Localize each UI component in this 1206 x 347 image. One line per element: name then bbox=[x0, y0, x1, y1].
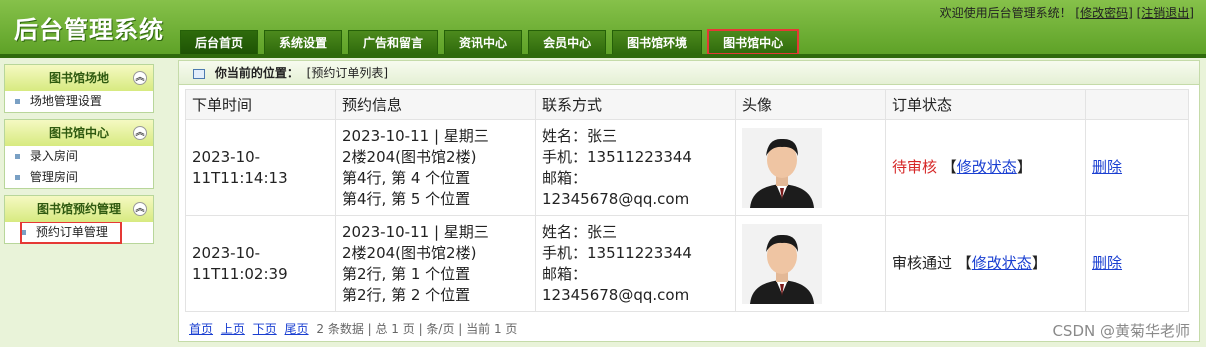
document-icon bbox=[193, 68, 205, 79]
delete-link[interactable]: 删除 bbox=[1092, 254, 1122, 272]
welcome-text: 欢迎使用后台管理系统！ bbox=[939, 6, 1072, 20]
info-line: 2楼204(图书馆2楼) bbox=[342, 243, 477, 262]
sidebar-group-label: 图书馆场地 bbox=[48, 71, 109, 85]
contact-line: 姓名：张三 bbox=[542, 222, 618, 241]
contact-line: 手机：13511223344 bbox=[542, 243, 692, 262]
tab-library-environment[interactable]: 图书馆环境 bbox=[612, 30, 703, 54]
tab-member-center[interactable]: 会员中心 bbox=[528, 30, 607, 54]
collapse-icon[interactable]: ︽ bbox=[133, 202, 147, 216]
table-header-row: 下单时间 预约信息 联系方式 头像 订单状态 bbox=[185, 89, 1189, 120]
info-line: 第4行, 第 5 个位置 bbox=[342, 189, 471, 208]
change-password-link[interactable]: [修改密码] bbox=[1075, 6, 1132, 20]
prev-page-link[interactable]: 上页 bbox=[221, 322, 245, 336]
header-divider bbox=[0, 54, 1206, 58]
sidebar-item-label: 录入房间 bbox=[29, 149, 78, 163]
info-line: 第2行, 第 2 个位置 bbox=[342, 285, 471, 304]
sidebar-group-library-center: 图书馆中心 ︽ 录入房间 管理房间 bbox=[4, 119, 154, 189]
sidebar-group-venue: 图书馆场地 ︽ 场地管理设置 bbox=[4, 64, 154, 113]
first-page-link[interactable]: 首页 bbox=[189, 322, 213, 336]
collapse-icon[interactable]: ︽ bbox=[133, 126, 147, 140]
contact-line: 12345678@qq.com bbox=[542, 189, 690, 208]
bullet-icon bbox=[15, 99, 20, 104]
column-header bbox=[1085, 89, 1189, 120]
column-header: 联系方式 bbox=[535, 89, 736, 120]
contact-line: 姓名：张三 bbox=[542, 126, 618, 145]
app-title: 后台管理系统 bbox=[14, 16, 164, 44]
contact-line: 邮箱： bbox=[542, 264, 588, 283]
breadcrumb: 你当前的位置： [预约订单列表] bbox=[179, 61, 1199, 85]
sidebar-item-label: 预约订单管理 bbox=[35, 225, 108, 239]
modify-status-link[interactable]: 修改状态 bbox=[972, 254, 1032, 272]
bullet-icon bbox=[15, 175, 20, 180]
sidebar-item-reservation-orders[interactable]: 预约订单管理 bbox=[20, 221, 122, 244]
sidebar-item-add-room[interactable]: 录入房间 bbox=[5, 146, 153, 167]
column-header: 预约信息 bbox=[335, 89, 536, 120]
orders-table: 下单时间 预约信息 联系方式 头像 订单状态 2023-10-11T11:14:… bbox=[185, 89, 1189, 312]
tab-system-settings[interactable]: 系统设置 bbox=[264, 30, 343, 54]
contact-line: 12345678@qq.com bbox=[542, 285, 690, 304]
avatar bbox=[742, 223, 822, 304]
main-panel: 你当前的位置： [预约订单列表] 下单时间 预约信息 联系方式 头像 订单状态 … bbox=[178, 60, 1200, 342]
breadcrumb-value: [预约订单列表] bbox=[306, 66, 389, 80]
pagination-summary: 2 条数据 | 总 1 页 | 条/页 | 当前 1 页 bbox=[316, 322, 518, 336]
action-cell: 删除 bbox=[1085, 119, 1189, 216]
info-line: 2023-10-11 | 星期三 bbox=[342, 222, 489, 241]
welcome-bar: 欢迎使用后台管理系统！ [修改密码] [注销退出] bbox=[940, 4, 1194, 21]
table-row: 2023-10-11T11:02:39 2023-10-11 | 星期三 2楼2… bbox=[185, 215, 1189, 312]
column-header: 头像 bbox=[735, 89, 886, 120]
avatar-cell bbox=[735, 215, 886, 312]
tab-ads-messages[interactable]: 广告和留言 bbox=[348, 30, 439, 54]
contact-info: 姓名：张三 手机：13511223344 邮箱： 12345678@qq.com bbox=[535, 215, 736, 312]
sidebar-item-venue-settings[interactable]: 场地管理设置 bbox=[5, 91, 153, 112]
order-time: 2023-10-11T11:02:39 bbox=[185, 215, 336, 312]
column-header: 下单时间 bbox=[185, 89, 336, 120]
order-status-cell: 待审核 【修改状态】 bbox=[885, 119, 1086, 216]
sidebar-group-reservations: 图书馆预约管理 ︽ 预约订单管理 bbox=[4, 195, 154, 244]
sidebar-item-label: 场地管理设置 bbox=[29, 94, 102, 108]
header-bar: 后台管理系统 欢迎使用后台管理系统！ [修改密码] [注销退出] 后台首页 系统… bbox=[0, 0, 1206, 56]
status-pending: 待审核 bbox=[892, 158, 938, 176]
sidebar-group-label: 图书馆中心 bbox=[48, 126, 109, 140]
info-line: 2023-10-11 | 星期三 bbox=[342, 126, 489, 145]
sidebar-group-title[interactable]: 图书馆中心 ︽ bbox=[5, 120, 153, 146]
column-header: 订单状态 bbox=[885, 89, 1086, 120]
breadcrumb-label: 你当前的位置： bbox=[214, 66, 299, 80]
action-cell: 删除 bbox=[1085, 215, 1189, 312]
tab-library-center[interactable]: 图书馆中心 bbox=[707, 29, 800, 55]
main-nav: 后台首页 系统设置 广告和留言 资讯中心 会员中心 图书馆环境 图书馆中心 bbox=[180, 29, 804, 55]
status-approved: 审核通过 bbox=[892, 254, 953, 272]
sidebar-item-label: 管理房间 bbox=[29, 170, 78, 184]
sidebar: 图书馆场地 ︽ 场地管理设置 图书馆中心 ︽ 录入房间 管理房间 图书馆预约管理… bbox=[4, 64, 154, 250]
collapse-icon[interactable]: ︽ bbox=[133, 71, 147, 85]
sidebar-group-title[interactable]: 图书馆预约管理 ︽ bbox=[5, 196, 153, 222]
avatar bbox=[742, 127, 822, 208]
order-status-cell: 审核通过 【修改状态】 bbox=[885, 215, 1086, 312]
avatar-cell bbox=[735, 119, 886, 216]
table-row: 2023-10-11T11:14:13 2023-10-11 | 星期三 2楼2… bbox=[185, 119, 1189, 216]
reservation-info: 2023-10-11 | 星期三 2楼204(图书馆2楼) 第4行, 第 4 个… bbox=[335, 119, 536, 216]
sidebar-group-label: 图书馆预约管理 bbox=[36, 202, 121, 216]
bullet-icon bbox=[15, 154, 20, 159]
tab-home[interactable]: 后台首页 bbox=[180, 30, 259, 54]
info-line: 2楼204(图书馆2楼) bbox=[342, 147, 477, 166]
logout-link[interactable]: [注销退出] bbox=[1137, 6, 1194, 20]
delete-link[interactable]: 删除 bbox=[1092, 158, 1122, 176]
contact-line: 邮箱： bbox=[542, 168, 588, 187]
contact-info: 姓名：张三 手机：13511223344 邮箱： 12345678@qq.com bbox=[535, 119, 736, 216]
info-line: 第4行, 第 4 个位置 bbox=[342, 168, 471, 187]
info-line: 第2行, 第 1 个位置 bbox=[342, 264, 471, 283]
order-time: 2023-10-11T11:14:13 bbox=[185, 119, 336, 216]
modify-status-link[interactable]: 修改状态 bbox=[957, 158, 1017, 176]
pagination: 首页 上页 下页 尾页 2 条数据 | 总 1 页 | 条/页 | 当前 1 页 bbox=[189, 320, 517, 337]
watermark: CSDN @黄菊华老师 bbox=[1052, 322, 1190, 340]
bullet-icon bbox=[21, 230, 26, 235]
contact-line: 手机：13511223344 bbox=[542, 147, 692, 166]
last-page-link[interactable]: 尾页 bbox=[285, 322, 309, 336]
sidebar-group-title[interactable]: 图书馆场地 ︽ bbox=[5, 65, 153, 91]
next-page-link[interactable]: 下页 bbox=[253, 322, 277, 336]
sidebar-item-manage-rooms[interactable]: 管理房间 bbox=[5, 167, 153, 188]
reservation-info: 2023-10-11 | 星期三 2楼204(图书馆2楼) 第2行, 第 1 个… bbox=[335, 215, 536, 312]
tab-news-center[interactable]: 资讯中心 bbox=[444, 30, 523, 54]
